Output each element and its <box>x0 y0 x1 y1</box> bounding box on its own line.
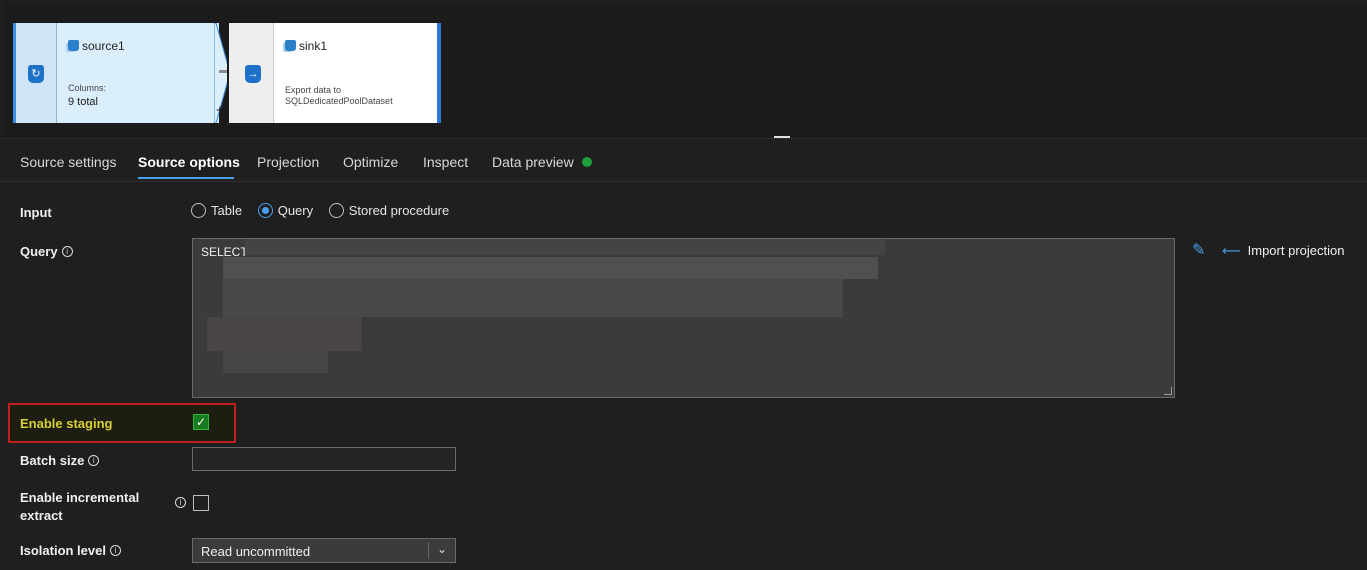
sink-name: sink1 <box>299 39 328 53</box>
batch-size-label: Batch size i <box>20 453 100 468</box>
sink-desc-line2: SQLDedicatedPoolDataset <box>285 96 393 106</box>
radio-stored-procedure[interactable]: Stored procedure <box>328 203 450 219</box>
incremental-checkbox[interactable] <box>193 495 209 511</box>
tab-projection[interactable]: Projection <box>257 154 319 170</box>
isolation-level-label: Isolation level i <box>20 543 121 558</box>
dataset-icon <box>285 40 296 51</box>
pencil-icon[interactable]: ✎ <box>1192 240 1205 260</box>
import-arrow-icon: ⟵ <box>1222 243 1241 258</box>
batch-size-input[interactable] <box>192 447 456 471</box>
check-icon: ✓ <box>195 415 207 429</box>
resize-grip-icon[interactable] <box>1164 387 1172 395</box>
import-projection-label: Import projection <box>1247 243 1345 258</box>
active-tab-indicator <box>138 177 234 179</box>
incremental-label: Enable incremental extract <box>20 489 139 525</box>
chevron-down-icon[interactable]: ⌄ <box>437 542 447 556</box>
radio-circle-icon <box>257 203 273 219</box>
source1-node[interactable]: ↻ source1 Columns: 9 total <box>13 23 219 123</box>
sink-description: Export data to SQLDedicatedPoolDataset <box>285 85 393 107</box>
redacted-block <box>223 279 843 317</box>
radio-stored-procedure-label: Stored procedure <box>348 203 450 219</box>
radio-table-label: Table <box>211 203 243 219</box>
settings-tabs: Source settings Source options Projectio… <box>0 138 1367 182</box>
dataflow-canvas: ↻ source1 Columns: 9 total + → sink1 Exp… <box>5 4 1367 138</box>
node-strip: → <box>229 23 274 123</box>
query-editor[interactable]: SELECT <box>192 238 1175 398</box>
batch-size-label-text: Batch size <box>20 453 85 468</box>
redacted-block <box>207 317 362 351</box>
sink-desc-line1: Export data to <box>285 85 342 95</box>
status-dot-icon <box>581 157 592 167</box>
input-radio-group: Table Query Stored procedure <box>191 202 450 219</box>
tab-data-preview[interactable]: Data preview <box>492 154 592 170</box>
sink1-node[interactable]: → sink1 Export data to SQLDedicatedPoolD… <box>227 23 441 123</box>
staging-checkbox[interactable]: ✓ <box>193 414 209 430</box>
add-node-plus-icon[interactable]: + <box>216 102 224 117</box>
node-strip: ↻ <box>16 23 57 123</box>
isolation-level-value: Read uncommitted <box>201 544 311 559</box>
radio-table[interactable]: Table <box>191 203 243 219</box>
tab-optimize[interactable]: Optimize <box>343 154 398 170</box>
select-separator <box>428 542 429 559</box>
info-icon[interactable]: i <box>109 545 121 556</box>
redacted-block <box>223 257 878 279</box>
radio-circle-icon <box>328 203 344 219</box>
redacted-block <box>223 351 328 373</box>
radio-query[interactable]: Query <box>257 203 314 219</box>
source-name: source1 <box>82 39 125 53</box>
import-projection-button[interactable]: ⟵ Import projection <box>1222 243 1344 259</box>
query-label-text: Query <box>20 244 58 259</box>
tab-inspect[interactable]: Inspect <box>423 154 468 170</box>
input-label: Input <box>20 205 52 220</box>
columns-value: 9 total <box>68 96 98 108</box>
info-icon[interactable]: i <box>175 497 186 508</box>
columns-label: Columns: <box>68 83 107 93</box>
radio-circle-icon <box>191 203 206 219</box>
radio-query-label: Query <box>277 203 314 219</box>
isolation-level-label-text: Isolation level <box>20 543 106 558</box>
staging-highlight: Enable staging ✓ <box>8 403 236 443</box>
tab-source-settings[interactable]: Source settings <box>20 154 117 170</box>
tab-data-preview-label: Data preview <box>492 154 574 170</box>
query-label: Query i <box>20 244 73 259</box>
incremental-label-line1: Enable incremental <box>20 490 140 505</box>
node-title: sink1 <box>285 39 327 53</box>
info-icon[interactable]: i <box>88 455 100 466</box>
info-icon[interactable]: i <box>61 246 73 257</box>
isolation-level-select[interactable]: Read uncommitted ⌄ <box>192 538 456 563</box>
dataset-icon <box>68 40 79 51</box>
staging-label: Enable staging <box>20 416 113 431</box>
node-title: source1 <box>68 39 125 53</box>
tab-source-options[interactable]: Source options <box>138 154 240 170</box>
source-node-icon: ↻ <box>28 65 44 83</box>
incremental-label-line2: extract <box>20 508 63 523</box>
redacted-block <box>245 239 885 255</box>
sink-node-icon: → <box>245 65 261 83</box>
